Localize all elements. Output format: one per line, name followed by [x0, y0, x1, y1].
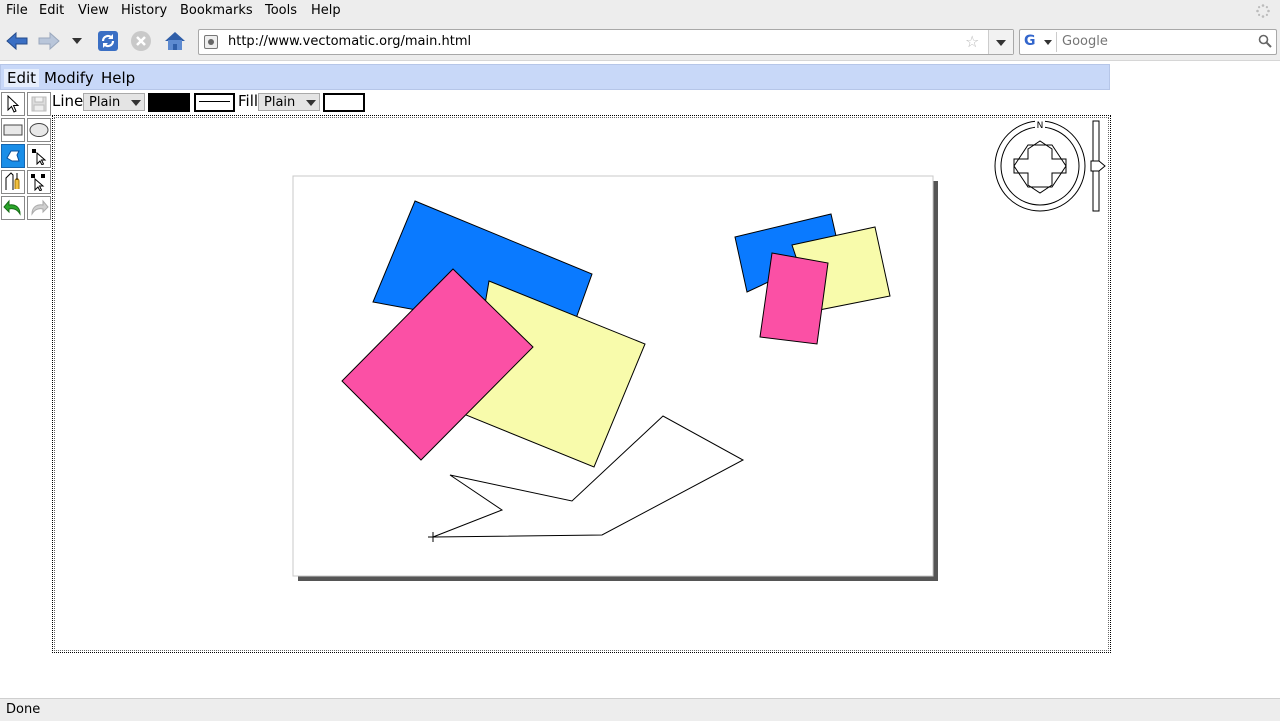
fill-label: Fill	[238, 92, 259, 110]
reload-icon	[98, 31, 118, 51]
stop-icon	[131, 31, 151, 51]
rectangle-icon	[3, 124, 23, 136]
menu-tools[interactable]: Tools	[265, 3, 297, 18]
zoom-slider[interactable]	[1090, 120, 1106, 212]
pen-icon	[5, 172, 20, 190]
reload-button[interactable]	[95, 28, 121, 54]
zoom-slider-handle[interactable]	[1090, 160, 1106, 172]
polyline-tool-button[interactable]	[1, 144, 25, 168]
edit-points-tool-button[interactable]	[27, 144, 51, 168]
polyline-icon	[6, 150, 20, 162]
menu-history[interactable]: History	[121, 3, 167, 18]
small-pink-rectangle[interactable]	[759, 252, 829, 345]
menu-help[interactable]: Help	[311, 3, 341, 18]
fill-style-value: Plain	[264, 95, 296, 110]
chevron-down-icon	[303, 94, 319, 110]
ellipse-icon	[29, 123, 49, 137]
menu-view[interactable]: View	[78, 3, 109, 18]
compass-north-label: N	[1037, 121, 1044, 131]
app-menu-help[interactable]: Help	[101, 69, 135, 87]
app-menu-edit[interactable]: Edit	[4, 69, 40, 87]
line-color-swatch[interactable]	[148, 93, 190, 112]
site-identity-icon[interactable]	[204, 35, 218, 49]
save-icon	[31, 96, 47, 112]
google-icon: G	[1024, 33, 1036, 49]
history-dropdown-button[interactable]	[66, 28, 88, 54]
chevron-down-icon	[128, 94, 144, 110]
menu-bookmarks[interactable]: Bookmarks	[180, 3, 253, 18]
fill-color-swatch[interactable]	[323, 93, 365, 112]
transform-tool-button[interactable]	[27, 170, 51, 194]
redo-icon	[31, 199, 49, 216]
back-button[interactable]	[4, 28, 30, 54]
rectangle-tool-button[interactable]	[1, 118, 25, 142]
url-dropdown-button[interactable]	[988, 30, 1013, 54]
drawing-surface[interactable]: N	[52, 115, 1111, 653]
status-text: Done	[6, 702, 41, 717]
redo-tool-button[interactable]	[27, 196, 51, 220]
forward-button[interactable]	[36, 28, 62, 54]
home-button[interactable]	[162, 28, 188, 54]
line-style-select[interactable]: Plain	[83, 93, 145, 111]
stop-button[interactable]	[128, 28, 154, 54]
save-tool-button[interactable]	[27, 92, 51, 116]
compass-navigator[interactable]: N	[994, 119, 1086, 212]
line-width-swatch[interactable]	[194, 93, 235, 112]
undo-icon	[3, 199, 21, 216]
select-tool-button[interactable]	[1, 92, 25, 116]
search-icon[interactable]	[1258, 34, 1272, 48]
line-style-value: Plain	[89, 95, 121, 110]
menu-file[interactable]: File	[6, 3, 28, 18]
url-text[interactable]: http://www.vectomatic.org/main.html	[228, 34, 471, 49]
bookmark-star-icon[interactable]: ☆	[965, 32, 979, 51]
throbber-icon	[1256, 4, 1270, 18]
search-bar[interactable]: G	[1019, 29, 1277, 55]
status-bar: Done	[0, 698, 1280, 721]
navigation-toolbar: http://www.vectomatic.org/main.html ☆ G	[0, 22, 1280, 61]
chevron-down-icon	[1044, 40, 1052, 45]
forward-arrow-icon	[38, 31, 60, 51]
fill-style-select[interactable]: Plain	[258, 93, 320, 111]
search-input[interactable]	[1060, 33, 1254, 50]
line-label: Line	[52, 92, 84, 110]
app-menubar: Edit Modify Help	[0, 64, 1110, 90]
menu-edit[interactable]: Edit	[39, 3, 64, 18]
ellipse-tool-button[interactable]	[27, 118, 51, 142]
back-arrow-icon	[6, 31, 28, 51]
url-bar[interactable]: http://www.vectomatic.org/main.html ☆	[198, 29, 1014, 55]
undo-tool-button[interactable]	[1, 196, 25, 220]
pen-tool-button[interactable]	[1, 170, 25, 194]
chevron-down-icon	[72, 38, 82, 44]
search-engine-button[interactable]: G	[1022, 32, 1057, 52]
home-icon	[165, 32, 185, 50]
select-icon	[7, 95, 20, 113]
edit-points-icon	[32, 149, 47, 165]
app-menu-modify[interactable]: Modify	[44, 69, 94, 87]
browser-menubar: File Edit View History Bookmarks Tools H…	[0, 0, 1280, 22]
transform-icon	[31, 174, 45, 191]
